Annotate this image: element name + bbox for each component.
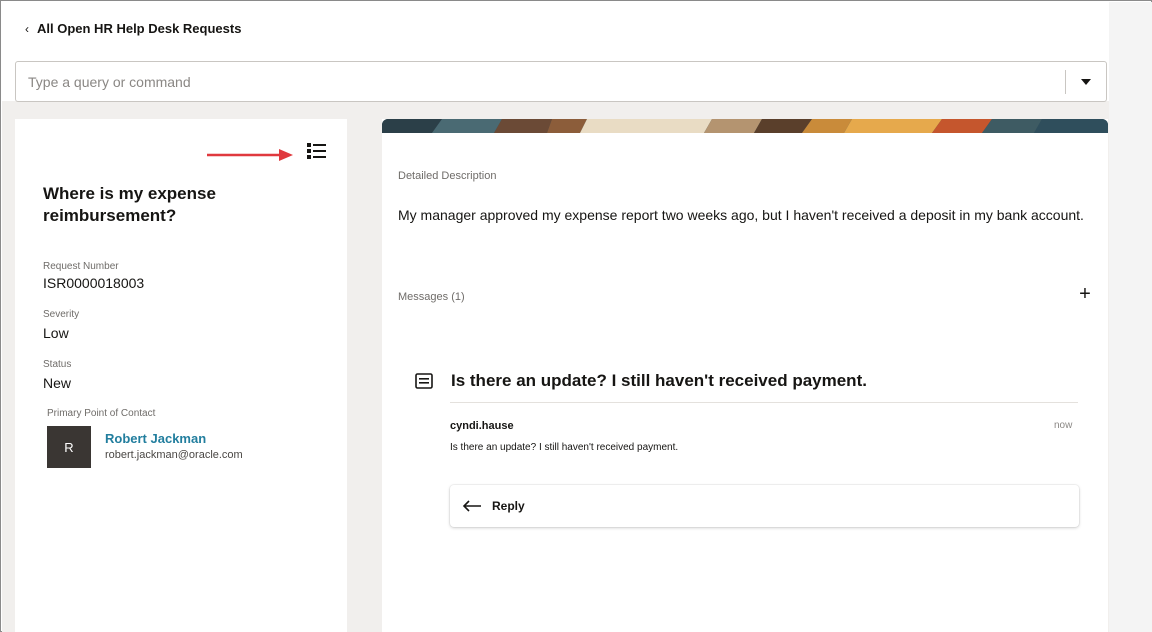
severity-value: Low bbox=[43, 325, 69, 341]
description-label: Detailed Description bbox=[398, 170, 497, 182]
app-window: ‹ All Open HR Help Desk Requests Where i… bbox=[0, 0, 1152, 632]
reply-label: Reply bbox=[492, 499, 525, 513]
annotation-arrow-icon bbox=[207, 149, 293, 161]
description-text: My manager approved my expense report tw… bbox=[398, 207, 1084, 223]
message-timestamp: now bbox=[1054, 420, 1073, 431]
command-bar bbox=[15, 61, 1107, 102]
severity-label: Severity bbox=[43, 309, 80, 320]
reply-button[interactable]: Reply bbox=[450, 485, 1079, 527]
request-summary-panel: Where is my expense reimbursement? Reque… bbox=[15, 119, 347, 632]
add-message-button[interactable]: + bbox=[1074, 283, 1096, 305]
back-link[interactable]: ‹ All Open HR Help Desk Requests bbox=[25, 21, 241, 36]
chevron-left-icon: ‹ bbox=[25, 21, 29, 36]
list-view-icon[interactable] bbox=[307, 142, 327, 160]
message-author: cyndi.hause bbox=[450, 420, 514, 432]
message-divider bbox=[450, 402, 1078, 403]
message-body: Is there an update? I still haven't rece… bbox=[450, 442, 679, 453]
decorative-banner bbox=[382, 119, 1108, 133]
request-number-value: ISR0000018003 bbox=[43, 275, 145, 291]
request-detail-panel: Detailed Description My manager approved… bbox=[382, 119, 1108, 632]
message-icon[interactable] bbox=[415, 373, 433, 389]
status-value: New bbox=[43, 375, 72, 391]
reply-arrow-icon bbox=[462, 500, 481, 512]
contact-label: Primary Point of Contact bbox=[47, 408, 156, 419]
message-title: Is there an update? I still haven't rece… bbox=[451, 371, 867, 390]
status-label: Status bbox=[43, 359, 72, 370]
messages-label: Messages (1) bbox=[398, 291, 465, 303]
window-edge bbox=[1109, 2, 1152, 632]
avatar: R bbox=[47, 426, 91, 468]
caret-down-icon bbox=[1081, 78, 1091, 85]
request-number-label: Request Number bbox=[43, 261, 119, 272]
command-dropdown-button[interactable] bbox=[1066, 62, 1106, 101]
back-link-label: All Open HR Help Desk Requests bbox=[37, 21, 242, 36]
request-title: Where is my expense reimbursement? bbox=[43, 184, 216, 225]
contact-name-link[interactable]: Robert Jackman bbox=[105, 431, 206, 446]
contact-email: robert.jackman@oracle.com bbox=[105, 449, 243, 461]
command-input[interactable] bbox=[16, 62, 1065, 101]
